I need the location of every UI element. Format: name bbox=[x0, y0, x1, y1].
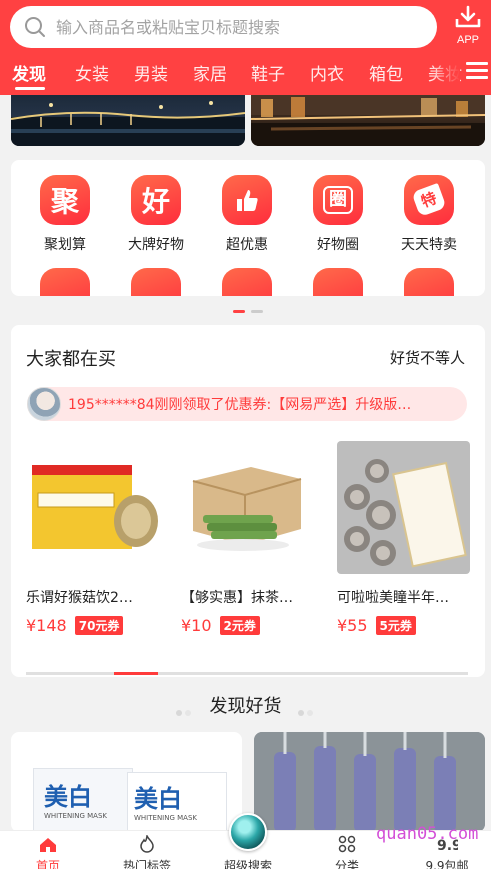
title-decoration-right bbox=[298, 701, 318, 716]
category-tabs: 发现 女装 男装 家居 鞋子 内衣 箱包 美妆 bbox=[0, 56, 491, 92]
mask-box: 美白 WHITENING MASK bbox=[33, 768, 133, 832]
search-icon bbox=[25, 17, 45, 37]
search-bar[interactable] bbox=[10, 6, 437, 48]
nav-label: 分类 bbox=[334, 859, 359, 869]
category-item-row2-1[interactable] bbox=[25, 268, 105, 296]
product-price: ¥10 bbox=[181, 616, 212, 635]
app-download-button[interactable]: APP bbox=[449, 5, 487, 49]
super-search-icon[interactable] bbox=[229, 813, 267, 851]
tab-men[interactable]: 男装 bbox=[134, 60, 168, 85]
mask-subtext: WHITENING MASK bbox=[44, 812, 107, 820]
nav-category[interactable]: 分类 bbox=[307, 831, 387, 869]
category-grid: 聚 聚划算 好 大牌好物 超优惠 圈 好物圈 特 天天特卖 bbox=[11, 160, 485, 296]
tab-women[interactable]: 女装 bbox=[75, 60, 109, 85]
thumbs-up-icon bbox=[222, 175, 272, 225]
tab-discover[interactable]: 发现 bbox=[12, 60, 46, 85]
grid-pager-inactive bbox=[251, 310, 263, 313]
active-tab-indicator bbox=[15, 87, 45, 90]
category-label: 超优惠 bbox=[226, 237, 268, 253]
te-tag-icon: 特 bbox=[404, 175, 454, 225]
category-label: 聚划算 bbox=[44, 237, 86, 253]
tab-shoes[interactable]: 鞋子 bbox=[251, 60, 285, 85]
download-icon bbox=[455, 5, 481, 28]
discover-card-right[interactable] bbox=[254, 732, 485, 832]
product-name: 【够实惠】抹茶… bbox=[181, 590, 293, 606]
people-icon bbox=[313, 268, 363, 296]
category-label: 天天特卖 bbox=[401, 237, 457, 253]
product-card[interactable]: 可啦啦美瞳半年… ¥55 5元券 bbox=[337, 441, 470, 635]
flame-icon bbox=[140, 835, 154, 853]
product-scroll-track bbox=[26, 672, 468, 675]
tab-underwear[interactable]: 内衣 bbox=[310, 60, 344, 85]
product-image bbox=[26, 441, 159, 574]
quan-glyph: 圈 bbox=[323, 186, 353, 214]
section-slogan: 好货不等人 bbox=[389, 349, 465, 367]
category-icon bbox=[338, 835, 356, 853]
mask-text: 美白 bbox=[44, 783, 92, 811]
discover-card-left[interactable]: 美白 WHITENING MASK 美白 WHITENING MASK bbox=[11, 732, 242, 832]
cart-icon bbox=[131, 268, 181, 296]
category-item-row2-3[interactable] bbox=[207, 268, 287, 296]
category-item-circle[interactable]: 圈 好物圈 bbox=[298, 175, 378, 254]
quan-icon: 圈 bbox=[313, 175, 363, 225]
coupon-badge: 5元券 bbox=[375, 616, 416, 635]
product-name: 可啦啦美瞳半年… bbox=[337, 590, 449, 606]
category-item-brand[interactable]: 好 大牌好物 bbox=[116, 175, 196, 254]
basket-icon bbox=[404, 268, 454, 296]
product-image bbox=[337, 441, 470, 574]
coupon-badge: 70元券 bbox=[74, 616, 124, 635]
category-item-row2-5[interactable] bbox=[389, 268, 469, 296]
home-icon bbox=[40, 838, 56, 852]
nav-label: 超级搜索 bbox=[223, 859, 272, 869]
category-item-row2-2[interactable] bbox=[116, 268, 196, 296]
category-item-row2-4[interactable] bbox=[298, 268, 378, 296]
fire-icon bbox=[222, 268, 272, 296]
product-scroll-thumb bbox=[114, 672, 158, 675]
te-glyph: 特 bbox=[411, 182, 447, 218]
nav-hot-tags[interactable]: 热门标签 bbox=[107, 831, 187, 869]
product-card[interactable]: 乐谓好猴菇饮2… ¥148 70元券 bbox=[26, 441, 159, 635]
grid-pager-active bbox=[233, 310, 245, 313]
category-item-deals[interactable]: 超优惠 bbox=[207, 175, 287, 254]
nav-label: 首页 bbox=[35, 859, 60, 869]
category-label: 好物圈 bbox=[317, 237, 359, 253]
section-title: 大家都在买 bbox=[26, 349, 116, 370]
search-input[interactable] bbox=[56, 17, 416, 37]
product-card[interactable]: 【够实惠】抹茶… ¥10 2元券 bbox=[181, 441, 314, 635]
product-image bbox=[181, 441, 314, 574]
tabs-fade bbox=[430, 56, 460, 92]
banner-image-left[interactable] bbox=[11, 95, 245, 146]
product-name: 乐谓好猴菇饮2… bbox=[26, 590, 133, 606]
category-item-juhuasuan[interactable]: 聚 聚划算 bbox=[25, 175, 105, 254]
ju-icon: 聚 bbox=[40, 175, 90, 225]
banner-image-right[interactable] bbox=[251, 95, 485, 146]
mask-subtext-2: WHITENING MASK bbox=[134, 814, 197, 822]
ticker-text: 195******84刚刚领取了优惠券:【网易严选】升级版… bbox=[68, 397, 412, 413]
avatar bbox=[27, 387, 61, 421]
mask-text-2: 美白 bbox=[134, 785, 182, 813]
coupon-badge: 2元券 bbox=[219, 616, 260, 635]
top-header: APP 发现 女装 男装 家居 鞋子 内衣 箱包 美妆 bbox=[0, 0, 491, 95]
tab-home[interactable]: 家居 bbox=[193, 60, 227, 85]
nav-home[interactable]: 首页 bbox=[8, 831, 88, 869]
nav-label: 热门标签 bbox=[122, 859, 171, 869]
popular-section: 大家都在买 好货不等人 195******84刚刚领取了优惠券:【网易严选】升级… bbox=[11, 325, 485, 677]
menu-icon[interactable] bbox=[466, 62, 488, 82]
product-price: ¥148 bbox=[26, 616, 67, 635]
app-button-label: APP bbox=[456, 34, 479, 46]
product-price: ¥55 bbox=[337, 616, 368, 635]
hao-icon: 好 bbox=[131, 175, 181, 225]
coupon-ticker[interactable]: 195******84刚刚领取了优惠券:【网易严选】升级版… bbox=[27, 387, 467, 421]
re-icon bbox=[40, 268, 90, 296]
nav-label: 9.9包邮 bbox=[425, 859, 469, 869]
category-item-daily-sale[interactable]: 特 天天特卖 bbox=[389, 175, 469, 254]
tab-bags[interactable]: 箱包 bbox=[369, 60, 403, 85]
discover-title: 发现好货 bbox=[209, 696, 282, 717]
category-label: 大牌好物 bbox=[128, 237, 184, 253]
mask-box-2: 美白 WHITENING MASK bbox=[127, 772, 227, 832]
watermark: quan05.com bbox=[376, 824, 479, 844]
